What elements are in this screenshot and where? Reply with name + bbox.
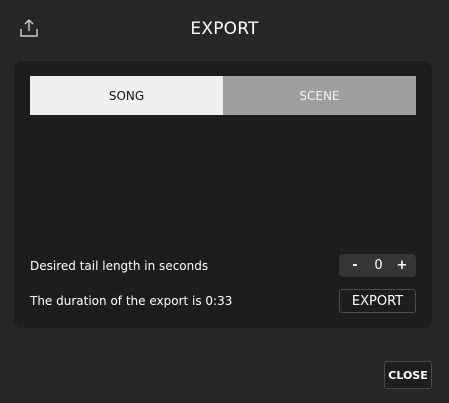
tail-length-label: Desired tail length in seconds [30,259,209,273]
tab-song[interactable]: SONG [30,76,223,115]
increment-button[interactable]: + [396,258,408,273]
export-dialog: EXPORT SONG SCENE Desired tail length in… [0,0,449,403]
tail-length-stepper: - 0 + [339,254,416,277]
decrement-button[interactable]: - [349,258,361,273]
close-button[interactable]: CLOSE [384,361,432,389]
tail-length-value: 0 [374,258,383,273]
export-duration-label: The duration of the export is 0:33 [30,294,233,308]
dialog-title: EXPORT [190,19,259,39]
dialog-header: EXPORT [0,0,449,60]
export-mode-tabs: SONG SCENE [30,76,416,115]
export-button[interactable]: EXPORT [339,289,416,313]
export-panel: SONG SCENE Desired tail length in second… [14,61,432,328]
tab-scene[interactable]: SCENE [223,76,416,115]
